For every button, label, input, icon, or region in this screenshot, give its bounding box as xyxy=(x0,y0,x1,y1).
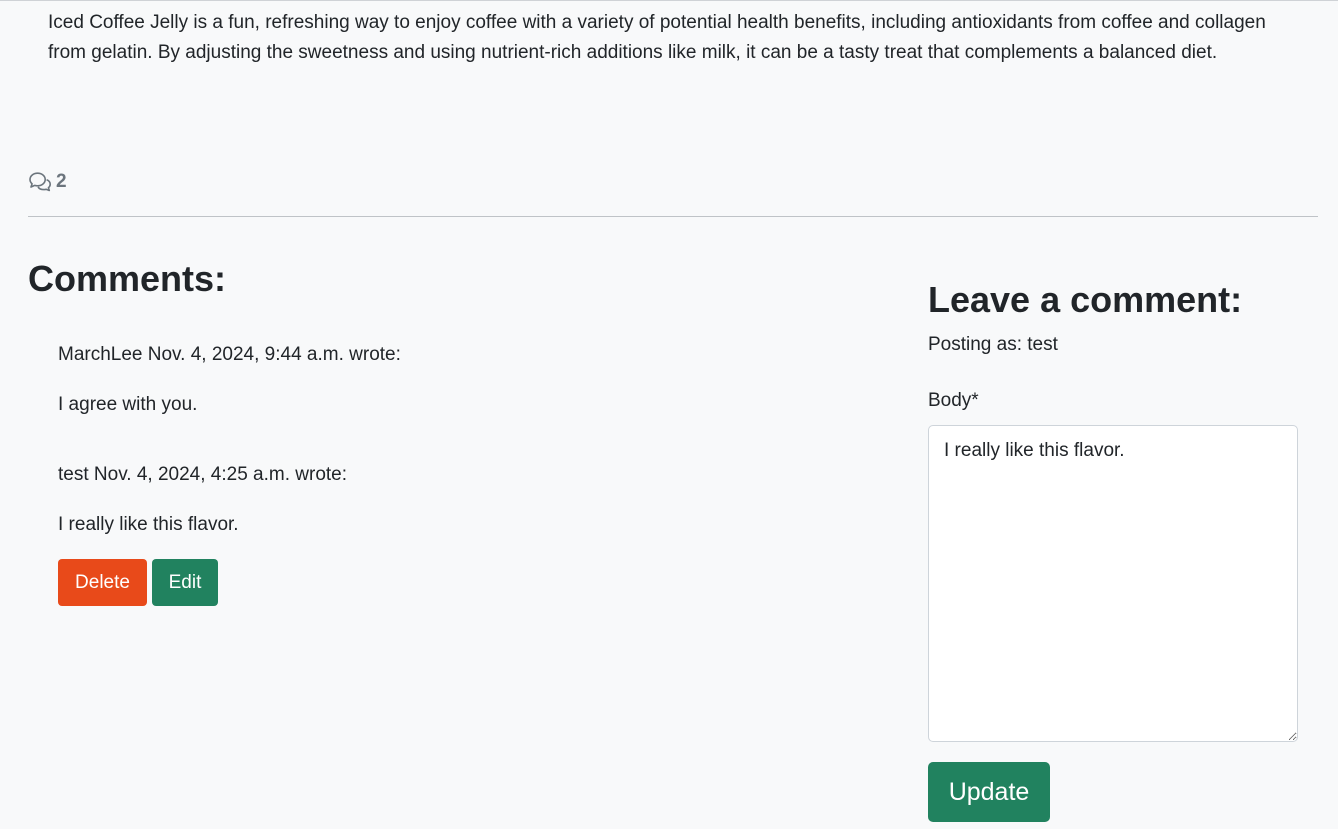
section-divider xyxy=(28,216,1318,217)
top-divider xyxy=(0,0,1338,1)
comment-body-textarea[interactable]: I really like this flavor. xyxy=(928,425,1298,742)
body-label: Body* xyxy=(928,390,979,411)
comments-heading: Comments: xyxy=(28,258,227,299)
leave-comment-heading: Leave a comment: xyxy=(928,279,1243,320)
post-body-text: Iced Coffee Jelly is a fun, refreshing w… xyxy=(48,12,1266,63)
comment-count-value: 2 xyxy=(56,171,67,192)
comment-meta: test Nov. 4, 2024, 4:25 a.m. wrote: xyxy=(58,464,348,485)
comment-item: MarchLee Nov. 4, 2024, 9:44 a.m. wrote: … xyxy=(58,342,858,418)
edit-button[interactable]: Edit xyxy=(152,559,218,606)
comment-meta: MarchLee Nov. 4, 2024, 9:44 a.m. wrote: xyxy=(58,344,401,365)
comment-text: I really like this flavor. xyxy=(58,514,239,535)
comment-text: I agree with you. xyxy=(58,394,198,415)
posting-as-text: Posting as: test xyxy=(928,334,1058,355)
comment-actions: Delete Edit xyxy=(58,559,218,606)
update-button[interactable]: Update xyxy=(928,762,1050,822)
comment-item: test Nov. 4, 2024, 4:25 a.m. wrote: I re… xyxy=(58,462,858,538)
comment-count: 2 xyxy=(28,170,67,194)
delete-button[interactable]: Delete xyxy=(58,559,147,606)
chat-bubbles-icon xyxy=(28,171,52,193)
